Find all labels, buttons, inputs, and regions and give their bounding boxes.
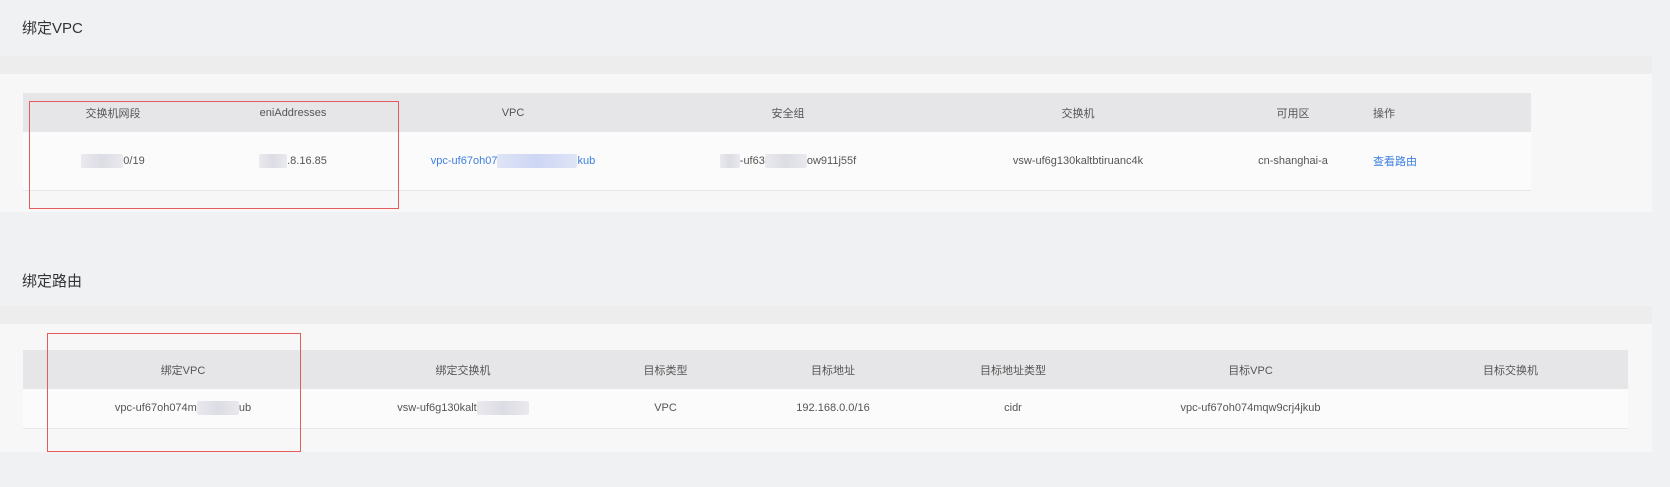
redacted-mask <box>497 153 578 168</box>
cell-vswitch: vsw-uf6g130kaltbtiruanc4k <box>933 132 1223 191</box>
cell-vpc[interactable]: vpc-uf67oh07 kub <box>383 132 643 191</box>
redacted-mask <box>476 401 529 416</box>
col-header-vpc: VPC <box>383 93 643 132</box>
col-header-target-vswitch: 目标交换机 <box>1393 350 1628 389</box>
col-header-zone: 可用区 <box>1223 93 1363 132</box>
route-section-header: 绑定路由 <box>0 228 1652 306</box>
cell-target-vpc: vpc-uf67oh074mqw9crj4jkub <box>1108 389 1393 429</box>
col-header-bound-vswitch: 绑定交换机 <box>343 350 583 389</box>
col-header-target-type: 目标类型 <box>583 350 748 389</box>
vpc-section-header: 绑定VPC <box>0 0 1652 56</box>
col-header-actions: 操作 <box>1363 93 1531 132</box>
col-header-vswitch: 交换机 <box>933 93 1223 132</box>
vpc-link[interactable]: vpc-uf67oh07 kub <box>431 153 595 168</box>
cell-target-vswitch <box>1393 389 1628 429</box>
col-header-target-address-type: 目标地址类型 <box>918 350 1108 389</box>
cell-target-type: VPC <box>583 389 748 429</box>
cell-target-address: 192.168.0.0/16 <box>748 389 918 429</box>
route-section-band <box>0 306 1652 324</box>
view-route-link[interactable]: 查看路由 <box>1373 156 1417 168</box>
vpc-section-title: 绑定VPC <box>22 20 83 37</box>
vpc-section-band <box>0 56 1652 74</box>
col-header-target-vpc: 目标VPC <box>1108 350 1393 389</box>
redacted-mask <box>764 153 807 168</box>
col-header-target-address: 目标地址 <box>748 350 918 389</box>
cell-actions[interactable]: 查看路由 <box>1363 132 1531 191</box>
route-section-title: 绑定路由 <box>22 273 83 290</box>
highlight-box-route <box>47 333 301 452</box>
cell-zone: cn-shanghai-a <box>1223 132 1363 191</box>
cell-target-address-type: cidr <box>918 389 1108 429</box>
col-header-security-group: 安全组 <box>643 93 933 132</box>
redacted-mask <box>719 153 740 168</box>
cell-bound-vswitch: vsw-uf6g130kalt <box>343 389 583 429</box>
highlight-box-vpc <box>29 101 399 209</box>
cell-security-group: -uf63 ow911j55f <box>643 132 933 191</box>
